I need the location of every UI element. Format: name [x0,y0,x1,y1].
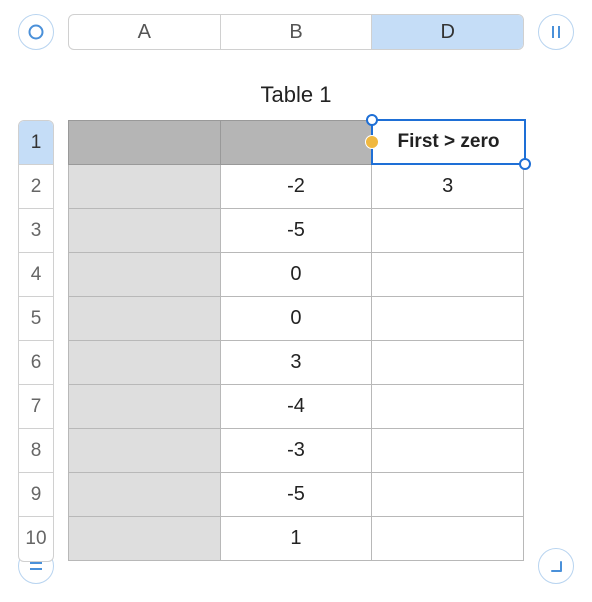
column-header-b[interactable]: B [221,15,373,49]
cell-a4[interactable] [69,253,221,297]
cell-b7[interactable]: -4 [220,385,372,429]
cell-d10[interactable] [372,517,524,561]
row-header-7[interactable]: 7 [19,385,53,429]
row-header-9[interactable]: 9 [19,473,53,517]
add-column-button[interactable] [538,14,574,50]
cell-d1[interactable] [372,121,524,165]
columns-icon [547,23,565,41]
cell-d9[interactable] [372,473,524,517]
table-row: 0 [69,253,524,297]
cell-b3[interactable]: -5 [220,209,372,253]
cell-b4[interactable]: 0 [220,253,372,297]
spreadsheet-grid: -2 3 -5 0 0 3 -4 -3 -5 1 [68,120,524,561]
cell-d7[interactable] [372,385,524,429]
column-headers: A B D [68,14,524,50]
cell-a8[interactable] [69,429,221,473]
cell-b6[interactable]: 3 [220,341,372,385]
cell-a7[interactable] [69,385,221,429]
cell-a9[interactable] [69,473,221,517]
cell-a6[interactable] [69,341,221,385]
column-header-a[interactable]: A [69,15,221,49]
select-all-button[interactable] [18,14,54,50]
table-row: 1 [69,517,524,561]
cell-d6[interactable] [372,341,524,385]
cell-d8[interactable] [372,429,524,473]
cell-b2[interactable]: -2 [220,165,372,209]
cell-a10[interactable] [69,517,221,561]
cell-d2[interactable]: 3 [372,165,524,209]
cell-d3[interactable] [372,209,524,253]
row-header-8[interactable]: 8 [19,429,53,473]
row-header-4[interactable]: 4 [19,253,53,297]
row-header-2[interactable]: 2 [19,165,53,209]
cell-b9[interactable]: -5 [220,473,372,517]
cell-d4[interactable] [372,253,524,297]
column-header-d[interactable]: D [372,15,523,49]
cell-b1[interactable] [220,121,372,165]
cell-a5[interactable] [69,297,221,341]
table-row [69,121,524,165]
table-row: -5 [69,209,524,253]
cell-b5[interactable]: 0 [220,297,372,341]
row-header-1[interactable]: 1 [19,121,53,165]
table-row: -4 [69,385,524,429]
cell-a1[interactable] [69,121,221,165]
row-header-6[interactable]: 6 [19,341,53,385]
row-header-5[interactable]: 5 [19,297,53,341]
table-row: -2 3 [69,165,524,209]
cell-d5[interactable] [372,297,524,341]
corner-icon [547,557,565,575]
table-row: 3 [69,341,524,385]
row-header-10[interactable]: 10 [19,517,53,561]
cell-b8[interactable]: -3 [220,429,372,473]
table-row: -3 [69,429,524,473]
row-header-3[interactable]: 3 [19,209,53,253]
table-title[interactable]: Table 1 [68,82,524,108]
row-headers: 1 2 3 4 5 6 7 8 9 10 [18,120,54,562]
table-row: 0 [69,297,524,341]
table-row: -5 [69,473,524,517]
cell-a2[interactable] [69,165,221,209]
cell-a3[interactable] [69,209,221,253]
cell-b10[interactable]: 1 [220,517,372,561]
resize-handle-button[interactable] [538,548,574,584]
circle-icon [27,23,45,41]
